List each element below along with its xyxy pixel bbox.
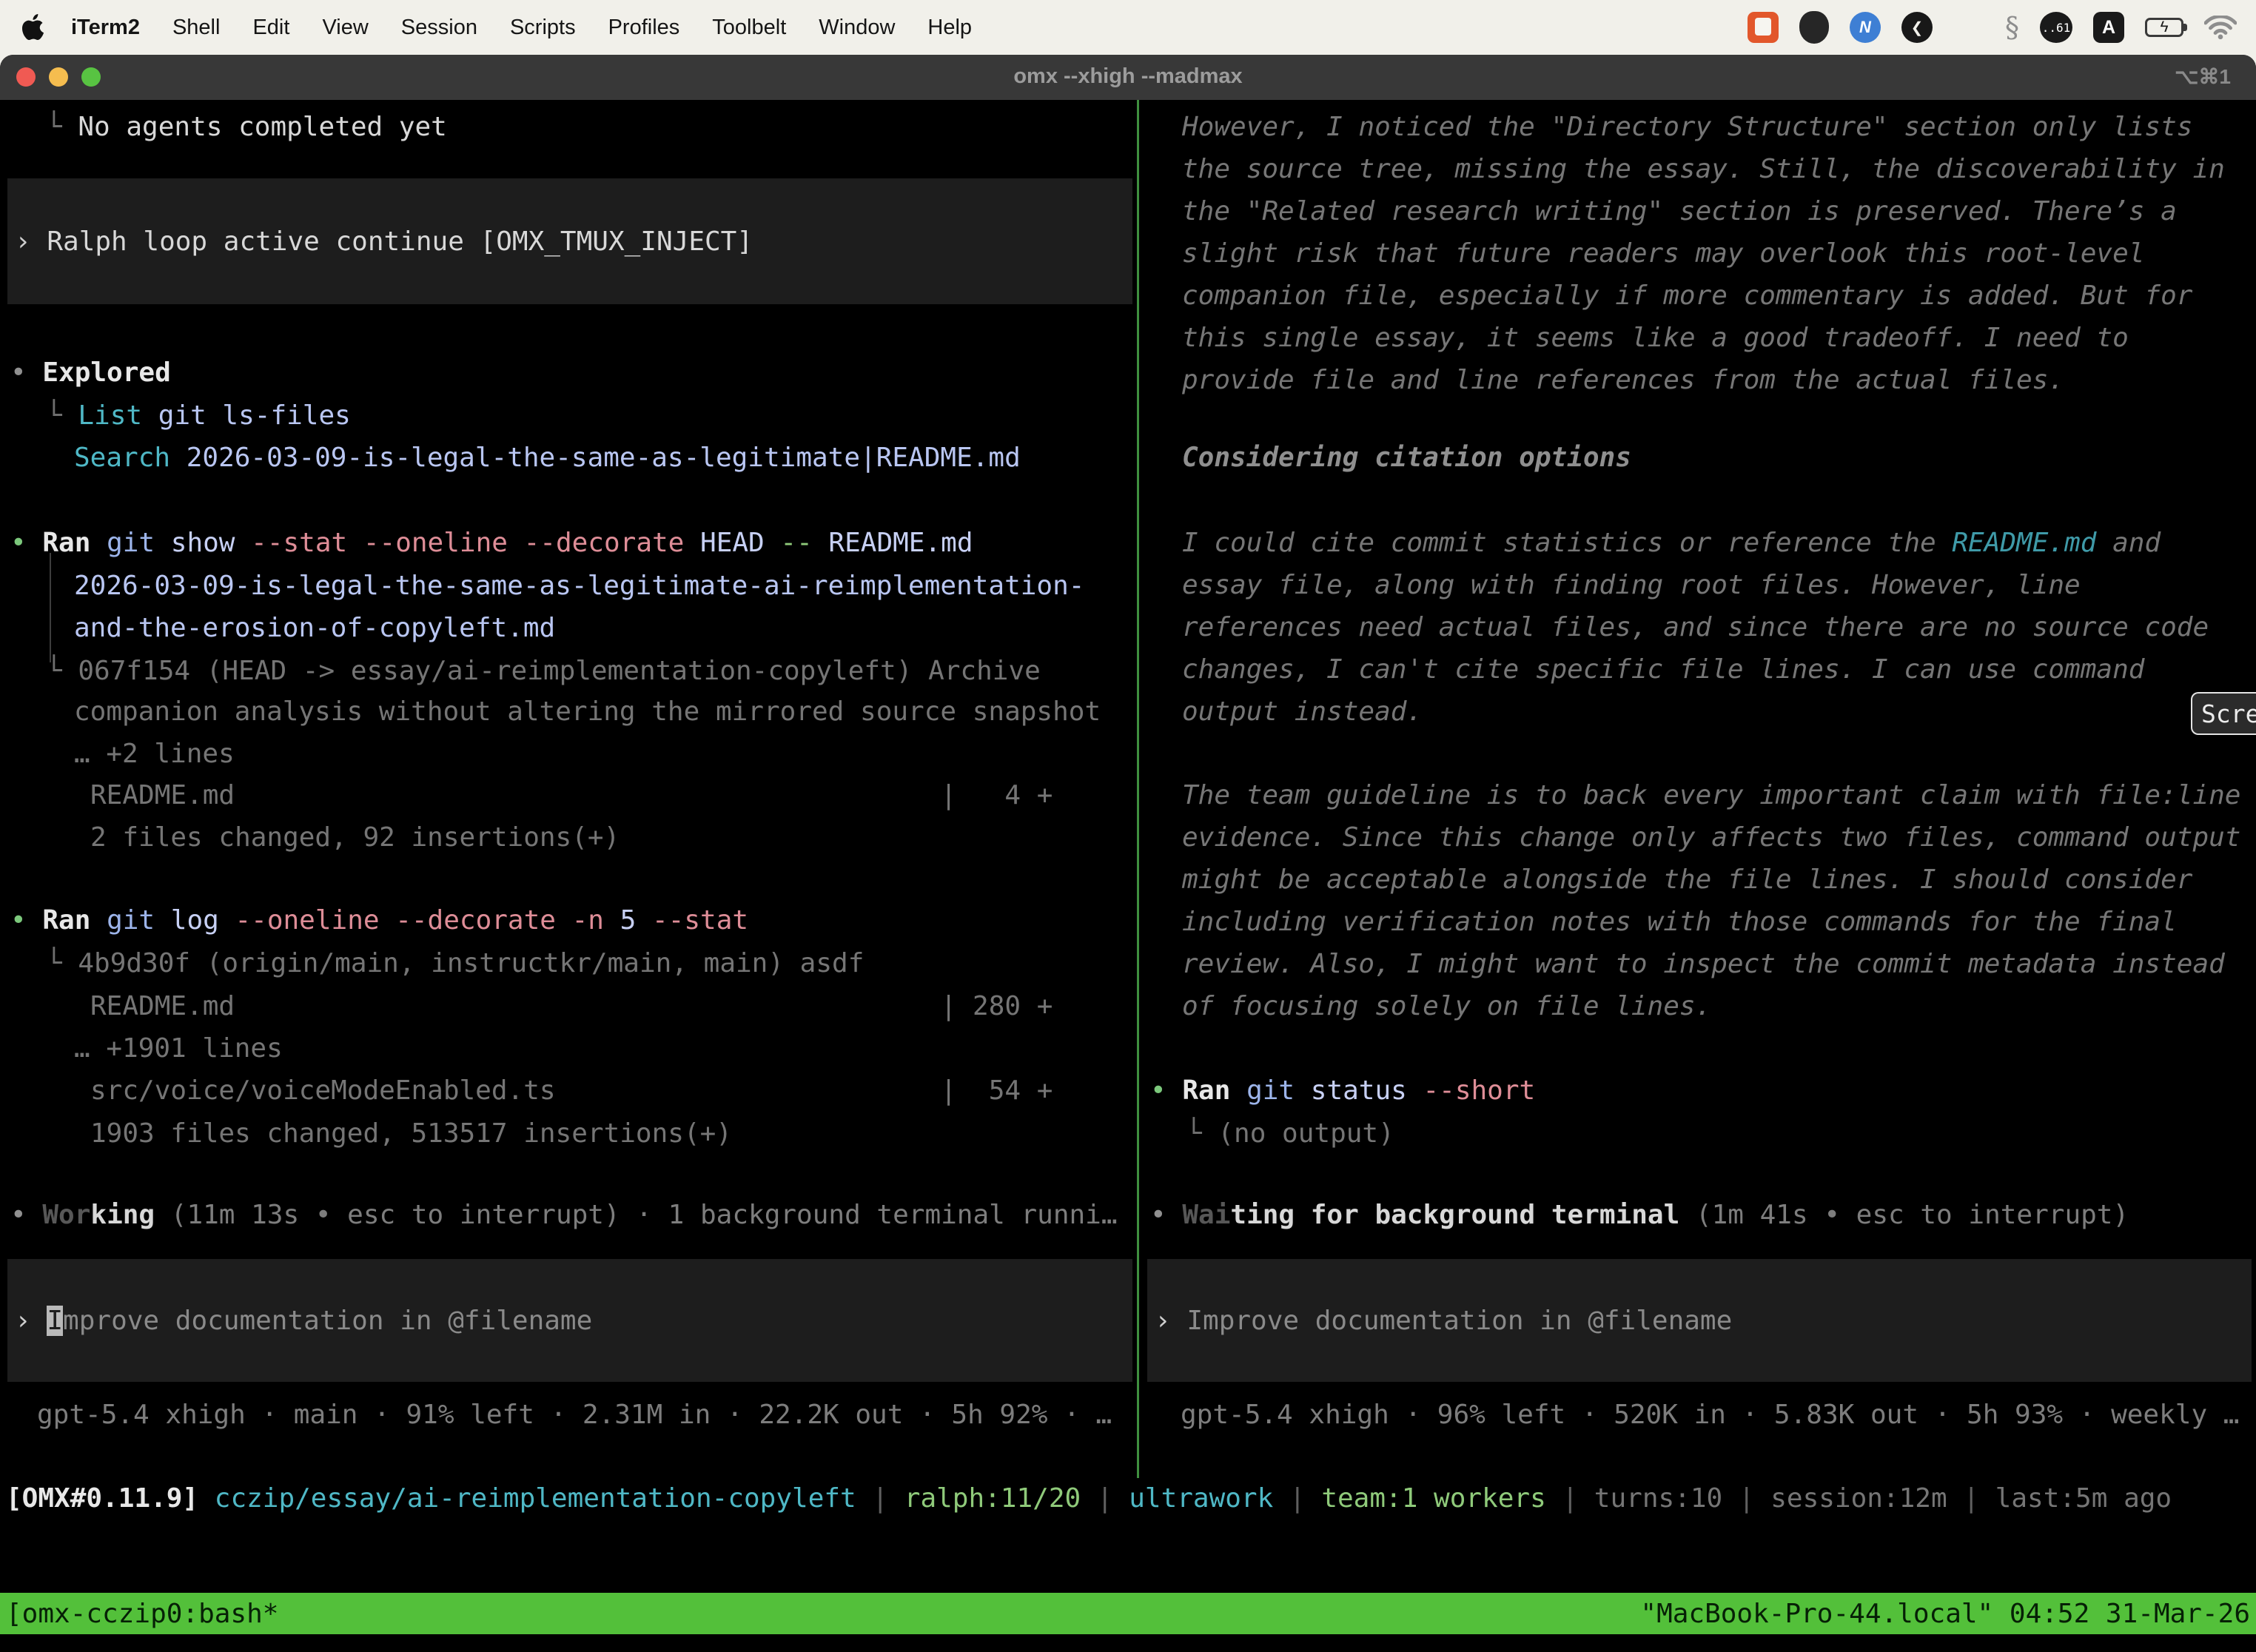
menu-item-edit[interactable]: Edit — [236, 16, 306, 40]
git-log-command: • Ran git log --oneline --decorate -n 5 … — [10, 899, 748, 941]
git-show-output-1: └ 067f154 (HEAD -> essay/ai-reimplementa… — [46, 650, 1041, 692]
git-show-more-lines: … +2 lines — [74, 733, 235, 775]
dark-circle-icon[interactable]: ❮ — [1901, 12, 1933, 43]
window-shortcut-badge: ⌥⌘1 — [2175, 64, 2231, 89]
reasoning-paragraph-3: The team guideline is to back every impo… — [1182, 774, 2240, 1027]
menu-item-shell[interactable]: Shell — [156, 16, 237, 40]
working-status-line: • Working (11m 13s • esc to interrupt) ·… — [10, 1194, 1118, 1236]
ralph-banner: › Ralph loop active continue [OMX_TMUX_I… — [7, 178, 1132, 304]
left-model-status: gpt-5.4 xhigh · main · 91% left · 2.31M … — [37, 1394, 1112, 1436]
text-cursor: I — [47, 1306, 63, 1336]
git-log-more-lines: … +1901 lines — [74, 1027, 283, 1070]
git-show-stat-readme: README.md | 4 + — [90, 774, 1053, 816]
right-pane[interactable]: However, I noticed the "Directory Struct… — [1140, 100, 2256, 1591]
menu-item-profiles[interactable]: Profiles — [592, 16, 696, 40]
git-show-arg-line2: and-the-erosion-of-copyleft.md — [74, 607, 555, 649]
menu-item-window[interactable]: Window — [802, 16, 911, 40]
tree-guide-line — [50, 553, 51, 662]
git-status-output: └ (no output) — [1186, 1112, 1394, 1155]
hook-icon[interactable]: § — [2005, 11, 2019, 44]
git-log-summary: 1903 files changed, 513517 insertions(+) — [90, 1112, 732, 1155]
right-model-status: gpt-5.4 xhigh · 96% left · 520K in · 5.8… — [1181, 1394, 2239, 1436]
screen-overlay-tooltip: Scre — [2191, 692, 2256, 735]
readme-link: README.md — [1952, 528, 2096, 558]
macos-menu-bar: iTerm2 Shell Edit View Session Scripts P… — [0, 0, 2256, 55]
reasoning-paragraph-2: I could cite commit statistics or refere… — [1182, 522, 2209, 733]
git-status-command: • Ran git status --short — [1150, 1070, 1535, 1112]
dots-grid-icon[interactable] — [1953, 12, 1984, 43]
omx-status-line: [OMX#0.11.9] cczip/essay/ai-reimplementa… — [6, 1482, 2172, 1515]
git-log-stat-voice: src/voice/voiceModeEnabled.ts | 54 + — [90, 1070, 1053, 1112]
explored-search-line: Search 2026-03-09-is-legal-the-same-as-l… — [74, 437, 1021, 479]
menu-item-help[interactable]: Help — [911, 16, 988, 40]
menu-item-toolbelt[interactable]: Toolbelt — [696, 16, 802, 40]
right-prompt-input[interactable]: › Improve documentation in @filename — [1147, 1259, 2252, 1382]
tmux-session-label: [omx-cczip0:bash* — [6, 1599, 278, 1629]
tmux-host-clock: "MacBook-Pro-44.local" 04:52 31-Mar-26 — [1640, 1599, 2250, 1629]
git-log-output-1: └ 4b9d30f (origin/main, instructkr/main,… — [46, 942, 864, 984]
explored-header: • Explored — [10, 352, 171, 394]
git-show-command: • Ran git show --stat --oneline --decora… — [10, 522, 973, 564]
terminal-area: └ No agents completed yet › Ralph loop a… — [0, 100, 2256, 1652]
git-log-stat-readme: README.md | 280 + — [90, 985, 1053, 1027]
menu-item-app[interactable]: iTerm2 — [55, 16, 156, 40]
shield-grid-icon[interactable] — [1799, 11, 1829, 44]
explored-list-line: └ List git ls-files — [46, 394, 351, 437]
screen-record-icon[interactable] — [1748, 12, 1779, 43]
gauge-61-icon[interactable]: ..61 — [2040, 12, 2072, 43]
window-title: omx --xhigh --madmax — [0, 64, 2256, 89]
menu-item-scripts[interactable]: Scripts — [494, 16, 592, 40]
git-show-output-2: companion analysis without altering the … — [74, 691, 1101, 733]
no-agents-line: └ No agents completed yet — [46, 106, 447, 148]
apple-menu-icon[interactable] — [22, 14, 44, 41]
wifi-icon[interactable] — [2204, 16, 2237, 39]
battery-icon[interactable]: ϟ — [2145, 18, 2183, 37]
reasoning-heading: Considering citation options — [1182, 437, 1631, 479]
blue-badge-icon[interactable]: N — [1850, 12, 1881, 43]
git-show-summary: 2 files changed, 92 insertions(+) — [90, 816, 620, 859]
letter-a-icon[interactable]: A — [2093, 12, 2124, 43]
menu-item-session[interactable]: Session — [385, 16, 494, 40]
iterm-window: omx --xhigh --madmax ⌥⌘1 └ No agents com… — [0, 55, 2256, 1652]
left-pane[interactable]: └ No agents completed yet › Ralph loop a… — [0, 100, 1137, 1591]
waiting-status-line: • Waiting for background terminal (1m 41… — [1150, 1194, 2129, 1236]
git-show-arg-line1: 2026-03-09-is-legal-the-same-as-legitima… — [74, 565, 1084, 607]
title-bar: omx --xhigh --madmax ⌥⌘1 — [0, 55, 2256, 100]
reasoning-paragraph-1: However, I noticed the "Directory Struct… — [1182, 106, 2225, 401]
pane-divider[interactable] — [1137, 100, 1139, 1478]
left-prompt-input[interactable]: › Improve documentation in @filename — [7, 1259, 1132, 1382]
tmux-status-bar[interactable]: [omx-cczip0:bash* "MacBook-Pro-44.local"… — [0, 1593, 2256, 1634]
menu-item-view[interactable]: View — [306, 16, 384, 40]
